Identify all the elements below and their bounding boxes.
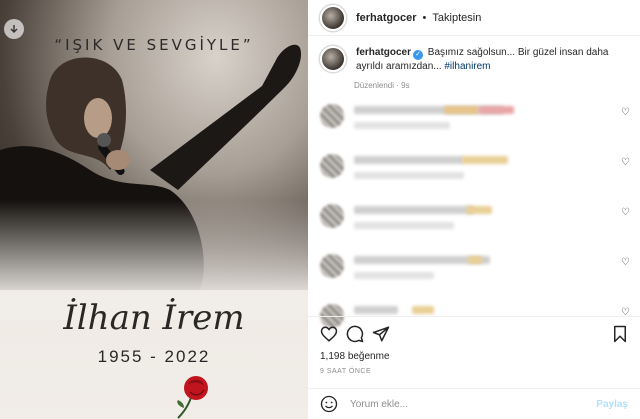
comment-avatar[interactable] bbox=[320, 254, 344, 278]
post-header: ferhatgocer • Takiptesin bbox=[308, 0, 640, 36]
comment-text-blurred bbox=[354, 306, 398, 314]
comment-emoji-blurred bbox=[468, 256, 482, 264]
save-bookmark-icon[interactable] bbox=[612, 325, 628, 343]
comment-row: ♡ bbox=[320, 200, 630, 250]
edited-timestamp: Düzenlendi · 9s bbox=[354, 81, 410, 90]
comments-list: ♡ ♡ ♡ ♡ ♡ bbox=[320, 100, 630, 350]
likes-label: beğenme bbox=[347, 351, 390, 362]
caption-avatar[interactable] bbox=[320, 46, 346, 72]
author-avatar[interactable] bbox=[320, 4, 346, 31]
comment-row: ♡ bbox=[320, 100, 630, 150]
emoji-smiley-icon[interactable] bbox=[320, 395, 338, 413]
comment-emoji-blurred bbox=[412, 306, 434, 314]
comment-row: ♡ bbox=[320, 250, 630, 300]
like-heart-icon[interactable] bbox=[320, 325, 338, 343]
likes-number: 1,198 bbox=[320, 351, 346, 362]
post-time[interactable]: 9 SAAT ÖNCE bbox=[320, 368, 371, 375]
comment-row: ♡ bbox=[320, 150, 630, 200]
caption-body: ferhatgocer ✓ Başımız sağolsun... Bir güz… bbox=[356, 46, 626, 74]
comment-like-heart-icon[interactable]: ♡ bbox=[621, 107, 630, 118]
add-comment-bar: Paylaş bbox=[308, 388, 640, 419]
comment-text-blurred bbox=[354, 206, 474, 214]
caption-username[interactable]: ferhatgocer bbox=[356, 47, 411, 58]
post-image[interactable]: “IŞIK VE SEVGİYLE” İlhan İrem 1955 - 202… bbox=[0, 0, 308, 419]
action-bar bbox=[308, 316, 640, 348]
header-separator: • bbox=[422, 11, 427, 24]
share-plane-icon[interactable] bbox=[372, 325, 390, 343]
comment-avatar[interactable] bbox=[320, 104, 344, 128]
author-username[interactable]: ferhatgocer bbox=[356, 12, 417, 24]
comment-emoji-blurred bbox=[444, 106, 479, 114]
comment-meta-blurred bbox=[354, 172, 464, 179]
comment-emoji-blurred bbox=[462, 156, 508, 164]
comment-avatar[interactable] bbox=[320, 204, 344, 228]
comment-emoji-blurred bbox=[479, 106, 514, 114]
comment-emoji-blurred bbox=[466, 206, 492, 214]
image-name-text: İlhan İrem bbox=[63, 298, 245, 338]
post-caption: ferhatgocer ✓ Başımız sağolsun... Bir güz… bbox=[308, 36, 640, 74]
comment-meta-blurred bbox=[354, 272, 434, 279]
caption-hashtag[interactable]: #ilhanirem bbox=[444, 61, 490, 72]
image-years-text: 1955 - 2022 bbox=[97, 347, 211, 366]
verified-badge-icon: ✓ bbox=[413, 50, 424, 60]
comment-text-blurred bbox=[354, 156, 464, 164]
comment-avatar[interactable] bbox=[320, 154, 344, 178]
likes-count[interactable]: 1,198 beğenme bbox=[320, 351, 390, 362]
image-quote-text: “IŞIK VE SEVGİYLE” bbox=[54, 36, 254, 54]
comment-like-heart-icon[interactable]: ♡ bbox=[621, 257, 630, 268]
post-side-panel: ferhatgocer • Takiptesin ferhatgocer ✓ Ba… bbox=[308, 0, 640, 419]
comment-like-heart-icon[interactable]: ♡ bbox=[621, 157, 630, 168]
comment-bubble-icon[interactable] bbox=[346, 325, 364, 343]
comment-meta-blurred bbox=[354, 222, 454, 229]
comment-input[interactable] bbox=[350, 398, 580, 410]
instagram-post-modal: “IŞIK VE SEVGİYLE” İlhan İrem 1955 - 202… bbox=[0, 0, 640, 419]
comment-like-heart-icon[interactable]: ♡ bbox=[621, 207, 630, 218]
comment-meta-blurred bbox=[354, 122, 450, 129]
post-comment-button[interactable]: Paylaş bbox=[596, 399, 628, 410]
follow-status[interactable]: Takiptesin bbox=[432, 12, 481, 24]
red-rose-icon bbox=[177, 376, 208, 419]
